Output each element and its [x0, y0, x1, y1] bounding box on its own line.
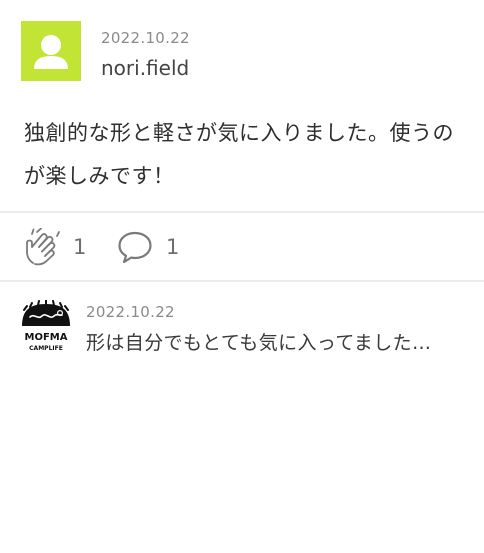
username[interactable]: nori.field [101, 56, 190, 80]
reply-text: 形は自分でもとても気に入ってました… [86, 332, 432, 354]
divider [0, 211, 484, 213]
clap-button[interactable]: 1 [24, 227, 86, 267]
post-card: 2022.10.22 nori.field 独創的な形と軽さが気に入りました。使… [0, 0, 484, 553]
post-meta: 2022.10.22 nori.field [101, 29, 190, 80]
comment-count: 1 [166, 235, 180, 259]
reply-date: 2022.10.22 [86, 303, 175, 321]
user-silhouette-icon [21, 21, 81, 81]
avatar[interactable] [21, 21, 81, 81]
svg-text:CAMPLIFE: CAMPLIFE [29, 345, 63, 352]
clap-icon [26, 228, 60, 266]
post-date: 2022.10.22 [101, 29, 190, 47]
reply-meta: 2022.10.22 形は自分でもとても気に入ってました… [86, 303, 431, 355]
divider [0, 280, 484, 282]
comment-button[interactable]: 1 [117, 227, 179, 267]
post-header: 2022.10.22 nori.field [21, 21, 461, 83]
post-text: 独創的な形と軽さが気に入りました。使うのが楽しみです！ [24, 121, 454, 188]
reply-item[interactable]: MOFMA CAMPLIFE 2022.10.22 形は自分でもとても気に入って… [18, 300, 468, 360]
clap-count: 1 [73, 235, 87, 259]
post-actions: 1 1 [24, 227, 464, 267]
speech-bubble-icon [118, 231, 152, 264]
reply-avatar[interactable]: MOFMA CAMPLIFE [18, 300, 74, 356]
svg-text:MOFMA: MOFMA [25, 332, 68, 343]
logo-icon: MOFMA CAMPLIFE [22, 300, 70, 352]
